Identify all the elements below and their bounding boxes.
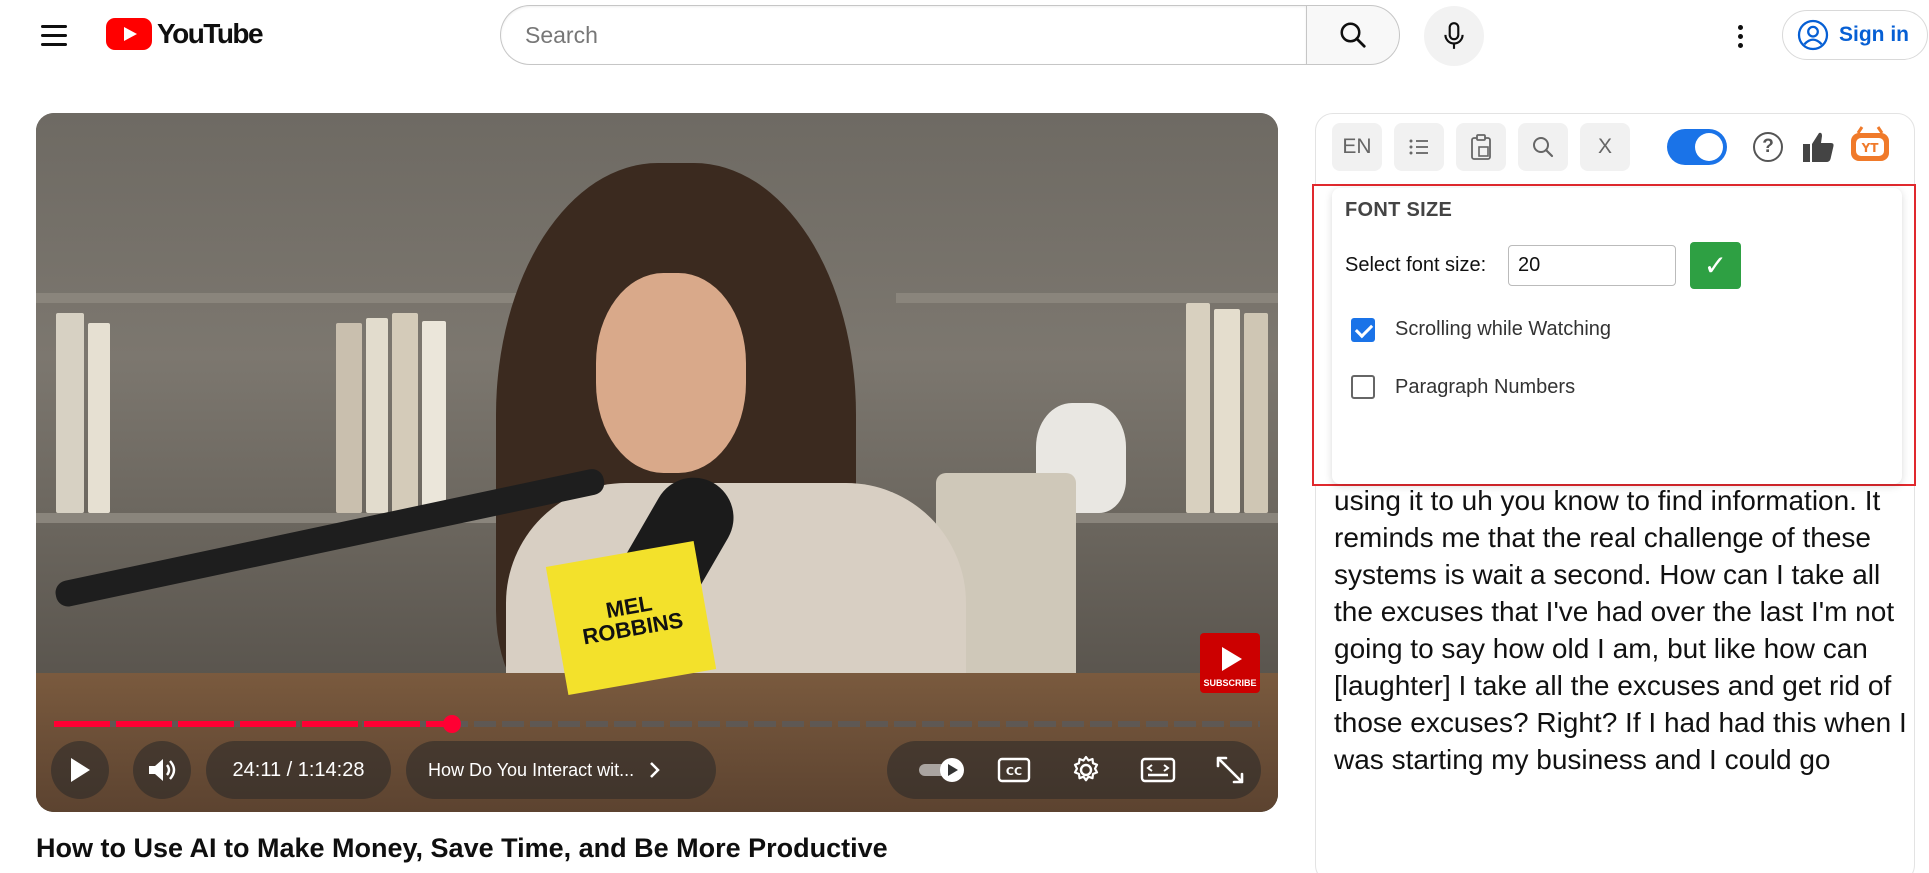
autoplay-toggle[interactable] [916,745,966,795]
font-size-input[interactable] [1508,245,1676,286]
transcript-text: using it to uh you know to find informat… [1334,485,1907,775]
paragraph-numbers-label[interactable]: Paragraph Numbers [1395,376,1575,399]
menu-icon[interactable] [30,14,78,56]
fullscreen-icon [1216,756,1244,784]
video-frame: MEL ROBBINS [36,113,1278,812]
captions-button[interactable]: CC [989,745,1039,795]
subscribe-watermark-button[interactable]: SUBSCRIBE [1200,633,1260,693]
sign-in-button[interactable]: Sign in [1782,10,1928,60]
search-bar [500,5,1400,65]
video-title: How to Use AI to Make Money, Save Time, … [36,833,888,863]
progress-bar[interactable] [54,715,1260,733]
microphone-icon [1444,22,1464,49]
search-button[interactable] [1306,5,1400,65]
language-button[interactable]: EN [1332,123,1382,171]
theater-mode-icon [1140,757,1176,783]
list-button[interactable] [1394,123,1444,171]
chapter-button[interactable]: How Do You Interact wit... [406,741,716,799]
svg-text:YT: YT [1861,141,1880,155]
settings-gear-icon [1073,755,1099,782]
language-label: EN [1342,135,1372,158]
play-button[interactable] [51,741,109,799]
search-icon [1340,22,1366,48]
transcript-search-button[interactable] [1518,123,1568,171]
settings-button[interactable] [1061,745,1111,795]
svg-text:CC: CC [1006,765,1022,778]
copy-button[interactable] [1456,123,1506,171]
account-circle-icon [1797,19,1829,51]
youtube-logo[interactable]: YouTube [106,18,264,50]
mic-flag-logo: MEL ROBBINS [545,540,717,696]
scrolling-while-watching-checkbox[interactable] [1351,318,1375,342]
volume-button[interactable] [133,741,191,799]
checkmark-icon: ✓ [1703,250,1728,281]
captions-icon: CC [997,757,1031,783]
extension-enable-toggle[interactable] [1667,129,1727,165]
progress-scrubber-handle[interactable] [442,715,461,733]
extension-logo-icon[interactable]: YT [1848,125,1892,165]
chapter-title: How Do You Interact wit... [428,759,635,780]
time-text: 24:11 / 1:14:28 [232,758,365,781]
progress-played [54,721,452,727]
help-icon[interactable]: ? [1753,132,1783,162]
subscribe-label: SUBSCRIBE [1203,678,1257,688]
voice-search-button[interactable] [1424,6,1484,66]
confirm-font-size-button[interactable]: ✓ [1690,242,1741,289]
autoplay-toggle-icon [919,758,964,782]
search-icon [1533,137,1554,158]
masthead: YouTube Sign in [0,0,1929,70]
volume-icon [149,759,176,781]
logo-wordmark: YouTube [157,18,264,49]
select-font-size-label: Select font size: [1345,254,1487,276]
chevron-right-icon [650,762,660,778]
video-player[interactable]: MEL ROBBINS SUBSCRIBE 24:11 / 1:14:28 Ho… [36,113,1278,812]
time-display: 24:11 / 1:14:28 [206,741,391,799]
close-button[interactable]: X [1580,123,1630,171]
list-icon [1409,139,1428,155]
theater-mode-button[interactable] [1133,745,1183,795]
clipboard-icon [1471,134,1491,160]
close-label: X [1597,135,1612,158]
play-icon [71,758,90,782]
scrolling-while-watching-label[interactable]: Scrolling while Watching [1395,318,1611,341]
youtube-play-logo-icon [106,18,152,50]
more-vert-icon[interactable] [1720,16,1760,56]
thumbs-up-icon[interactable] [1801,130,1837,164]
font-size-heading: FONT SIZE [1345,199,1453,221]
search-input[interactable] [500,5,1306,65]
sign-in-label: Sign in [1839,23,1909,46]
youtube-watch-page: YouTube Sign in [0,0,1929,873]
paragraph-numbers-checkbox[interactable] [1351,375,1375,399]
fullscreen-button[interactable] [1205,745,1255,795]
